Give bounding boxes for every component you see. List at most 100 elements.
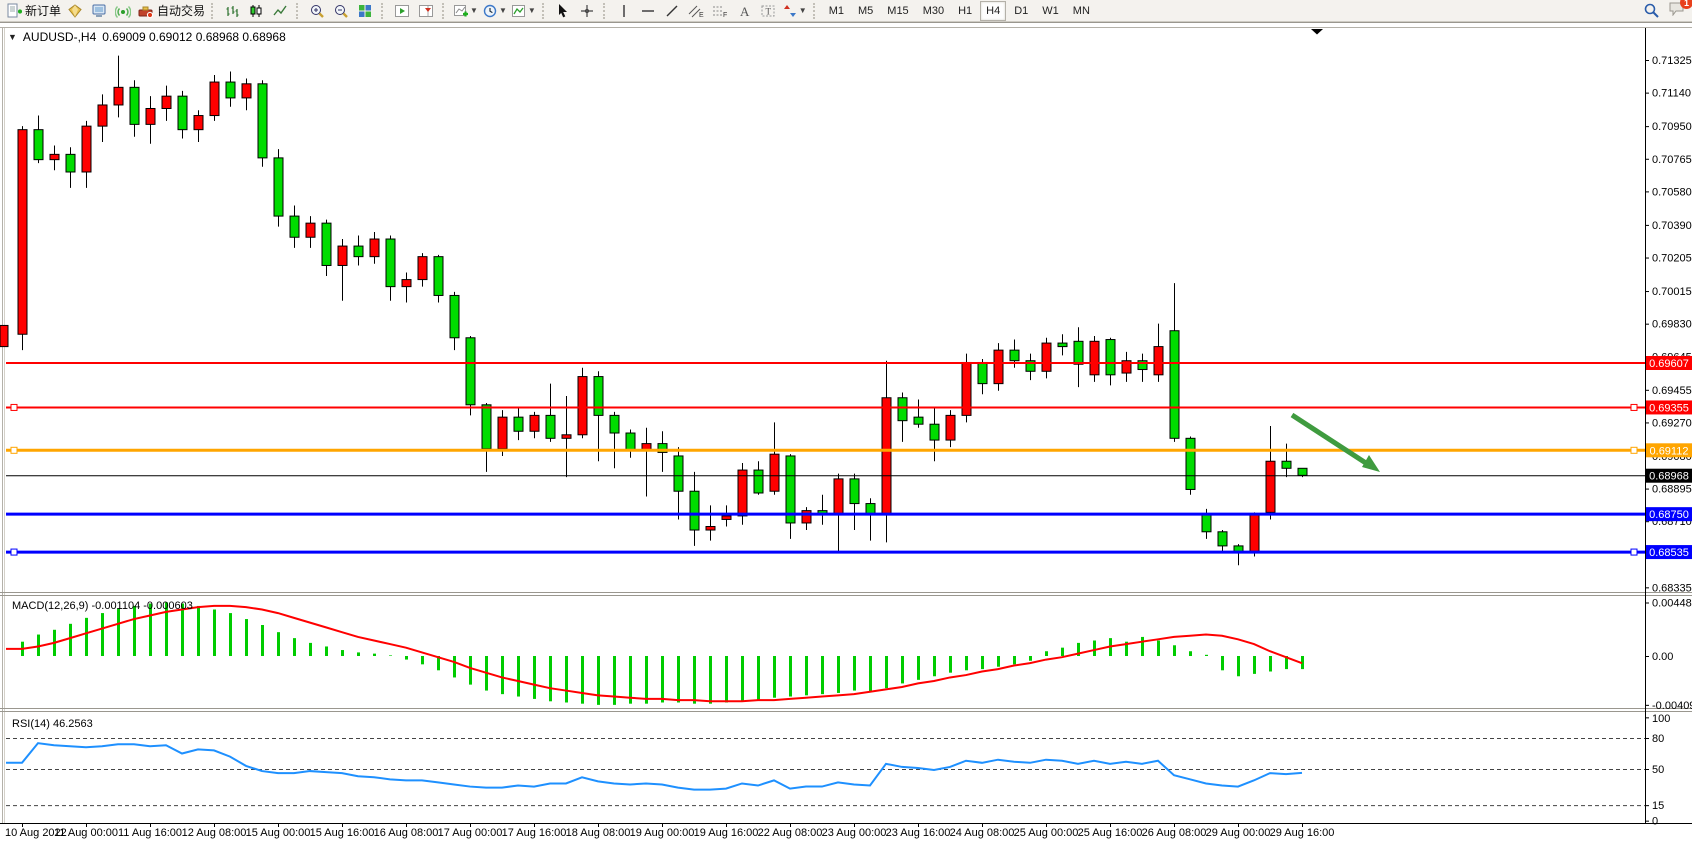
svg-text:0.68535: 0.68535	[1649, 547, 1689, 559]
svg-text:E: E	[699, 12, 704, 19]
svg-text:0.68335: 0.68335	[1652, 582, 1692, 594]
auto-scroll-icon	[394, 3, 410, 19]
text-label-icon: T	[760, 3, 776, 19]
chart-ohlc-values: 0.69009 0.69012 0.68968 0.68968	[102, 30, 286, 44]
line-chart-button[interactable]	[268, 1, 292, 21]
templates-button[interactable]: ▼	[509, 1, 538, 21]
chevron-down-icon: ▼	[499, 6, 507, 15]
timeframe-M15[interactable]: M15	[881, 1, 914, 21]
svg-text:11 Aug 16:00: 11 Aug 16:00	[118, 827, 182, 839]
svg-text:0.70205: 0.70205	[1652, 253, 1692, 265]
auto-trading-icon	[137, 3, 154, 19]
svg-text:11 Aug 00:00: 11 Aug 00:00	[54, 827, 118, 839]
bar-chart-button[interactable]	[220, 1, 244, 21]
timeframe-D1[interactable]: D1	[1008, 1, 1034, 21]
trendline-icon	[664, 3, 680, 19]
equidistant-channel-button[interactable]: E	[684, 1, 708, 21]
periods-clock-icon	[482, 3, 498, 19]
market-watch-button[interactable]	[63, 1, 87, 21]
svg-text:0.004489: 0.004489	[1652, 597, 1692, 609]
timeframe-M1[interactable]: M1	[823, 1, 850, 21]
text-icon: A	[737, 3, 751, 19]
timeframe-H1[interactable]: H1	[952, 1, 978, 21]
rsi-indicator-label: RSI(14) 46.2563	[12, 718, 93, 730]
data-window-icon	[91, 3, 108, 19]
svg-text:F: F	[723, 12, 727, 19]
timeframe-group: M1M5M15M30H1H4D1W1MN	[822, 1, 1097, 21]
svg-text:0.70390: 0.70390	[1652, 220, 1692, 232]
toolbar-right-group: 1	[1643, 0, 1686, 21]
svg-text:80: 80	[1652, 733, 1664, 745]
candlestick-chart-icon	[248, 3, 264, 19]
svg-text:29 Aug 00:00: 29 Aug 00:00	[1206, 827, 1271, 839]
chart-canvas[interactable]: 0.713250.711400.709500.707650.705800.703…	[0, 23, 1692, 845]
svg-text:100: 100	[1652, 713, 1670, 725]
templates-icon	[511, 3, 527, 19]
zoom-in-button[interactable]	[305, 1, 329, 21]
vertical-line-button[interactable]	[612, 1, 636, 21]
candlestick-chart-button[interactable]	[244, 1, 268, 21]
trendline-button[interactable]	[660, 1, 684, 21]
svg-text:0.68895: 0.68895	[1652, 484, 1692, 496]
fibonacci-icon: F	[711, 3, 728, 19]
timeframe-H4[interactable]: H4	[980, 1, 1006, 21]
search-icon[interactable]	[1643, 2, 1660, 19]
new-order-label: 新订单	[25, 2, 61, 19]
notifications-button[interactable]: 1	[1668, 0, 1686, 21]
tile-windows-button[interactable]	[353, 1, 377, 21]
auto-scroll-button[interactable]	[390, 1, 414, 21]
svg-text:0.70950: 0.70950	[1652, 121, 1692, 133]
arrows-icon	[782, 3, 798, 19]
timeframe-M5[interactable]: M5	[852, 1, 879, 21]
fibonacci-button[interactable]: F	[708, 1, 732, 21]
window-menu-triangle-icon[interactable]: ▼	[8, 32, 17, 42]
cursor-icon	[555, 3, 570, 19]
svg-text:0.70765: 0.70765	[1652, 154, 1692, 166]
toolbar-separator	[381, 3, 386, 19]
toolbar-separator	[542, 3, 547, 19]
svg-text:0.70580: 0.70580	[1652, 186, 1692, 198]
auto-trading-label: 自动交易	[157, 2, 205, 19]
arrows-button[interactable]: ▼	[780, 1, 809, 21]
auto-trading-button[interactable]: 自动交易	[135, 1, 207, 21]
svg-text:0.00: 0.00	[1652, 651, 1673, 663]
zoom-in-icon	[309, 3, 325, 19]
svg-text:24 Aug 08:00: 24 Aug 08:00	[950, 827, 1015, 839]
chart-window[interactable]: 0.713250.711400.709500.707650.705800.703…	[0, 22, 1692, 845]
cursor-button[interactable]	[551, 1, 575, 21]
periods-button[interactable]: ▼	[480, 1, 509, 21]
timeframe-W1[interactable]: W1	[1036, 1, 1065, 21]
svg-text:12 Aug 08:00: 12 Aug 08:00	[182, 827, 247, 839]
indicators-button[interactable]: ▼	[451, 1, 480, 21]
zoom-out-button[interactable]	[329, 1, 353, 21]
timeframe-MN[interactable]: MN	[1067, 1, 1096, 21]
svg-text:23 Aug 00:00: 23 Aug 00:00	[822, 827, 887, 839]
new-order-button[interactable]: 新订单	[4, 1, 63, 21]
indicators-icon	[453, 3, 469, 19]
signals-icon	[115, 3, 131, 19]
svg-text:15 Aug 00:00: 15 Aug 00:00	[246, 827, 311, 839]
data-window-button[interactable]	[87, 1, 111, 21]
svg-text:17 Aug 16:00: 17 Aug 16:00	[502, 827, 567, 839]
toolbar-separator	[211, 3, 216, 19]
chart-shift-button[interactable]	[414, 1, 438, 21]
svg-text:16 Aug 08:00: 16 Aug 08:00	[374, 827, 439, 839]
svg-text:15 Aug 16:00: 15 Aug 16:00	[310, 827, 375, 839]
zoom-out-icon	[333, 3, 349, 19]
svg-text:0.71140: 0.71140	[1652, 88, 1691, 100]
horizontal-line-button[interactable]	[636, 1, 660, 21]
text-button[interactable]: A	[732, 1, 756, 21]
svg-text:29 Aug 16:00: 29 Aug 16:00	[1270, 827, 1335, 839]
svg-text:22 Aug 08:00: 22 Aug 08:00	[758, 827, 823, 839]
equidistant-channel-icon: E	[687, 3, 704, 19]
text-label-button[interactable]: T	[756, 1, 780, 21]
timeframe-M30[interactable]: M30	[917, 1, 950, 21]
svg-text:-0.004098: -0.004098	[1652, 700, 1692, 712]
crosshair-button[interactable]	[575, 1, 599, 21]
chevron-down-icon: ▼	[528, 6, 536, 15]
svg-text:0.69355: 0.69355	[1649, 402, 1689, 414]
svg-text:0.69270: 0.69270	[1652, 417, 1692, 429]
signals-button[interactable]	[111, 1, 135, 21]
bar-chart-icon	[224, 3, 240, 19]
chevron-down-icon: ▼	[470, 6, 478, 15]
